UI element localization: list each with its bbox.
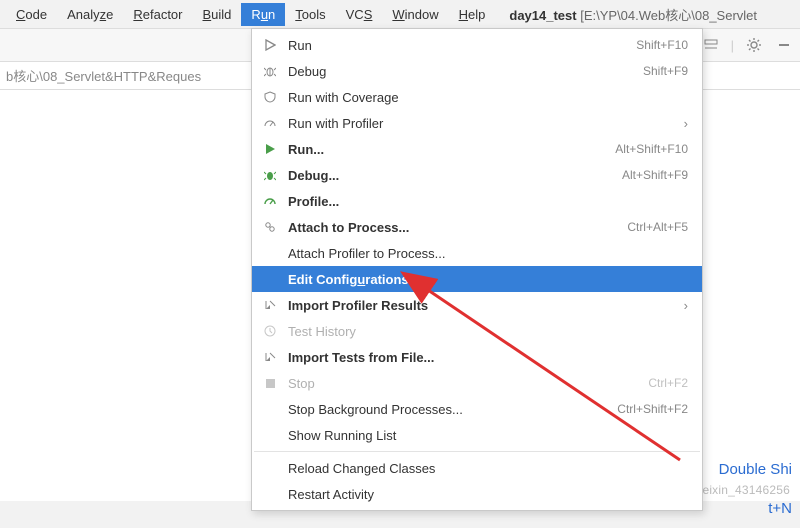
breadcrumb-text: b核心\08_Servlet&HTTP&Reques: [6, 66, 201, 85]
menu-run-stop-background[interactable]: Stop Background Processes... Ctrl+Shift+…: [252, 396, 702, 422]
collapse-icon[interactable]: [774, 35, 794, 55]
import-icon: [262, 349, 278, 365]
menu-run-profiler[interactable]: Run with Profiler ›: [252, 110, 702, 136]
clock-icon: [262, 323, 278, 339]
menu-build[interactable]: Build: [193, 3, 242, 26]
attach-icon: [262, 219, 278, 235]
menu-tools[interactable]: Tools: [285, 3, 335, 26]
gear-icon[interactable]: [744, 35, 764, 55]
menu-help[interactable]: Help: [449, 3, 496, 26]
project-path: [E:\YP\04.Web核心\08_Servlet: [580, 8, 757, 23]
menu-run-debug-config[interactable]: Debug... Alt+Shift+F9: [252, 162, 702, 188]
menu-run-stop: Stop Ctrl+F2: [252, 370, 702, 396]
menu-code[interactable]: Code: [6, 3, 57, 26]
play-green-icon: [262, 141, 278, 157]
menu-analyze[interactable]: Analyze: [57, 3, 123, 26]
menu-run-debug[interactable]: Debug Shift+F9: [252, 58, 702, 84]
play-icon: [262, 37, 278, 53]
shield-icon: [262, 89, 278, 105]
menu-run-run[interactable]: Run Shift+F10: [252, 32, 702, 58]
menu-run-import-tests[interactable]: Import Tests from File...: [252, 344, 702, 370]
chevron-right-icon: ›: [684, 116, 688, 131]
gauge-green-icon: [262, 193, 278, 209]
menubar: Code Analyze Refactor Build Run Tools VC…: [0, 0, 800, 28]
menu-run-edit-configurations[interactable]: Edit Configurations...: [252, 266, 702, 292]
menu-run-run-config[interactable]: Run... Alt+Shift+F10: [252, 136, 702, 162]
import-icon: [262, 297, 278, 313]
run-menu-dropdown: Run Shift+F10 Debug Shift+F9 Run with Co…: [251, 28, 703, 511]
gauge-icon: [262, 115, 278, 131]
divider-icon: [701, 35, 721, 55]
menu-window[interactable]: Window: [382, 3, 448, 26]
menu-run-restart-activity[interactable]: Restart Activity: [252, 481, 702, 507]
menu-run-test-history: Test History: [252, 318, 702, 344]
menu-run[interactable]: Run: [241, 3, 285, 26]
menu-vcs[interactable]: VCS: [336, 3, 383, 26]
bug-green-icon: [262, 167, 278, 183]
bug-icon: [262, 63, 278, 79]
menu-run-reload-classes[interactable]: Reload Changed Classes: [252, 455, 702, 481]
menu-run-attach-process[interactable]: Attach to Process... Ctrl+Alt+F5: [252, 214, 702, 240]
menu-run-profile-config[interactable]: Profile...: [252, 188, 702, 214]
menu-run-show-running[interactable]: Show Running List: [252, 422, 702, 448]
chevron-right-icon: ›: [684, 298, 688, 313]
menu-run-attach-profiler[interactable]: Attach Profiler to Process...: [252, 240, 702, 266]
project-title: day14_test [E:\YP\04.Web核心\08_Servlet: [509, 5, 757, 24]
menu-separator: [254, 451, 700, 452]
stop-icon: [262, 375, 278, 391]
menu-refactor[interactable]: Refactor: [123, 3, 192, 26]
menu-run-import-profiler[interactable]: Import Profiler Results ›: [252, 292, 702, 318]
menu-run-coverage[interactable]: Run with Coverage: [252, 84, 702, 110]
